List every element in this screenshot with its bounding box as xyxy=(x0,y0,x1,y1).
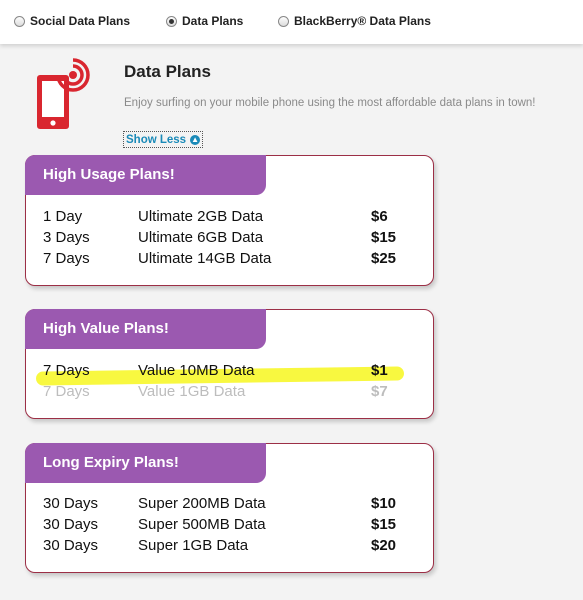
radio-data-plans[interactable] xyxy=(166,15,177,27)
show-less-label: Show Less xyxy=(126,133,187,146)
plan-row: 7 Days Ultimate 14GB Data $25 xyxy=(26,250,433,271)
high-usage-plans-card: High Usage Plans! 1 Day Ultimate 2GB Dat… xyxy=(25,155,434,286)
plan-price: $7 xyxy=(371,383,388,400)
plan-row: 30 Days Super 1GB Data $20 xyxy=(26,537,433,558)
plan-row: 30 Days Super 200MB Data $10 xyxy=(26,495,433,516)
tab-blackberry-data-plans[interactable]: BlackBerry® Data Plans xyxy=(278,13,431,29)
plan-price: $6 xyxy=(371,208,388,225)
plan-name: Value 10MB Data xyxy=(138,362,255,379)
long-expiry-plans-card: Long Expiry Plans! 30 Days Super 200MB D… xyxy=(25,443,434,573)
card-title: High Value Plans! xyxy=(25,309,266,349)
mobile-signal-icon xyxy=(37,58,90,129)
plan-duration: 30 Days xyxy=(43,516,99,533)
plan-row: 30 Days Super 500MB Data $15 xyxy=(26,516,433,537)
page-title: Data Plans xyxy=(124,62,211,81)
plan-duration: 30 Days xyxy=(43,495,99,512)
plan-name: Ultimate 2GB Data xyxy=(138,208,264,225)
plan-name: Super 1GB Data xyxy=(138,537,249,554)
plan-row: 3 Days Ultimate 6GB Data $15 xyxy=(26,229,433,250)
plan-row: 1 Day Ultimate 2GB Data $6 xyxy=(26,208,433,229)
tab-social-data-plans[interactable]: Social Data Plans xyxy=(14,13,130,29)
plan-duration: 7 Days xyxy=(43,250,90,267)
plan-price: $1 xyxy=(371,362,388,379)
tab-data-plans[interactable]: Data Plans xyxy=(166,13,243,29)
show-less-link[interactable]: Show Less ▲ xyxy=(123,131,204,148)
plan-price: $15 xyxy=(371,229,397,246)
plan-price: $10 xyxy=(371,495,397,512)
plan-duration: 7 Days xyxy=(43,383,90,400)
plan-name: Ultimate 6GB Data xyxy=(138,229,264,246)
plan-name: Value 1GB Data xyxy=(138,383,246,400)
plan-duration: 3 Days xyxy=(43,229,90,246)
plan-duration: 30 Days xyxy=(43,537,99,554)
plan-price: $25 xyxy=(371,250,397,267)
plan-row-highlighted: 7 Days Value 1GB Data $7 xyxy=(26,383,433,404)
card-title: Long Expiry Plans! xyxy=(25,443,266,483)
tab-data-plans-label: Data Plans xyxy=(182,14,244,28)
chevron-up-icon: ▲ xyxy=(190,134,201,145)
high-value-plans-card: High Value Plans! 7 Days Value 10MB Data… xyxy=(25,309,434,419)
plan-name: Super 500MB Data xyxy=(138,516,266,533)
page-subtitle: Enjoy surfing on your mobile phone using… xyxy=(124,97,536,109)
plan-price: $20 xyxy=(371,537,397,554)
plan-duration: 7 Days xyxy=(43,362,90,379)
tab-blackberry-data-plans-label: BlackBerry® Data Plans xyxy=(294,14,431,28)
radio-blackberry-data-plans[interactable] xyxy=(278,15,289,27)
plan-name: Ultimate 14GB Data xyxy=(138,250,272,267)
plan-name: Super 200MB Data xyxy=(138,495,266,512)
plan-row: 7 Days Value 10MB Data $1 xyxy=(26,362,433,383)
card-title: High Usage Plans! xyxy=(25,155,266,195)
plan-price: $15 xyxy=(371,516,397,533)
radio-social-data-plans[interactable] xyxy=(14,15,25,27)
tab-social-data-plans-label: Social Data Plans xyxy=(30,14,131,28)
plan-duration: 1 Day xyxy=(43,208,83,225)
plan-type-bar: Social Data Plans Data Plans BlackBerry®… xyxy=(0,0,583,44)
